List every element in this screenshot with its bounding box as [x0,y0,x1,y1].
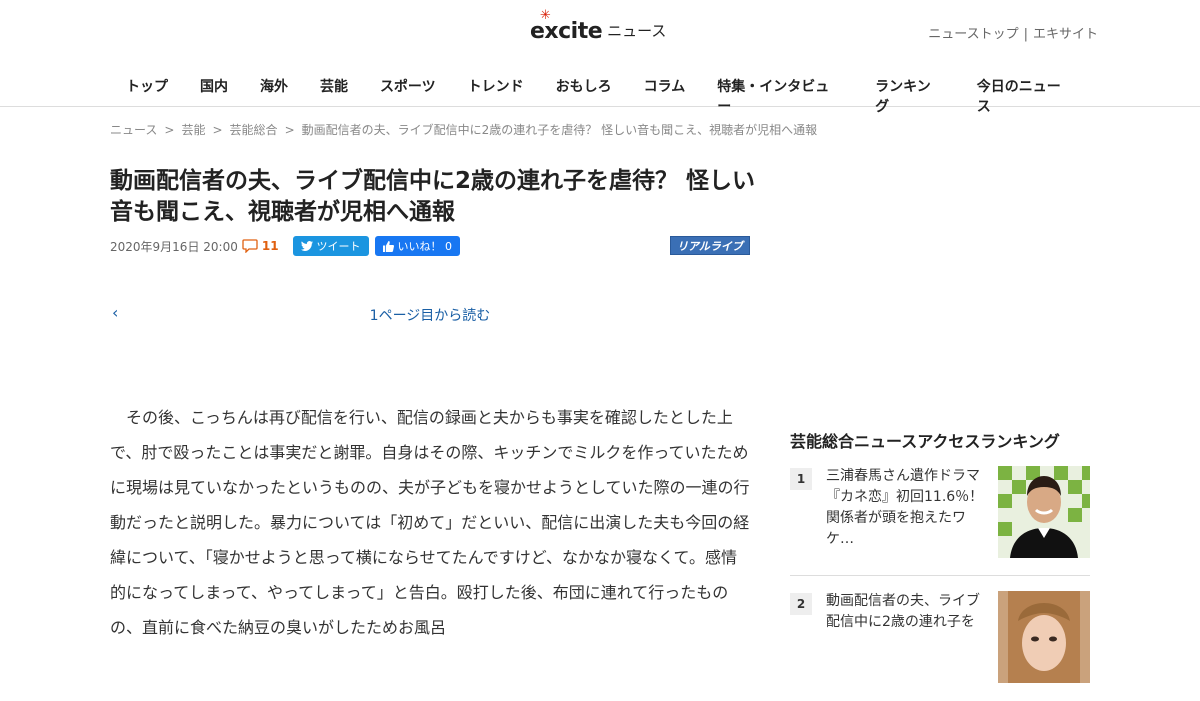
nav-item-features[interactable]: 特集・インタビュー [701,76,859,116]
nav-item-ranking[interactable]: ランキング [859,76,961,116]
logo-news-label: ニュース [607,22,667,40]
breadcrumb-current: 動画配信者の夫、ライブ配信中に2歳の連れ子を虐待？ 怪しい音も聞こえ、視聴者が児… [301,123,818,137]
article-pager: ‹ 1ページ目から読む [110,303,750,325]
like-button[interactable]: いいね！ 0 [374,236,461,256]
article-title: 動画配信者の夫、ライブ配信中に2歳の連れ子を虐待？ 怪しい音も聞こえ、視聴者が児… [110,168,756,225]
nav-item-trend[interactable]: トレンド [452,76,540,116]
source-logo[interactable]: リアルライブ [670,236,750,255]
portrait-photo [998,466,1090,558]
spark-icon: ✳ [540,8,551,23]
comment-count: 11 [261,239,279,253]
rank-number: 1 [790,468,812,490]
main-nav: トップ 国内 海外 芸能 スポーツ トレンド おもしろ コラム 特集・インタビュ… [110,76,1090,116]
breadcrumb-news[interactable]: ニュース [110,123,157,137]
nav-item-sports[interactable]: スポーツ [364,76,452,116]
portrait-photo [998,591,1090,683]
ranking-item[interactable]: 1 三浦春馬さん遺作ドラマ『カネ恋』初回11.6％！関係者が頭を抱えたワケ… [790,466,1090,576]
nav-item-overseas[interactable]: 海外 [244,76,304,116]
excite-news-logo[interactable]: ✳ excite ニュース [530,8,667,44]
breadcrumb-separator: > [164,123,175,137]
nav-item-funny[interactable]: おもしろ [540,76,628,116]
breadcrumb-separator: > [212,123,223,137]
read-from-first-page-link[interactable]: 1ページ目から読む [110,305,750,325]
article-date: 2020年9月16日 20:00 [110,239,238,254]
nav-item-today[interactable]: 今日のニュース [961,76,1090,116]
comment-link[interactable]: 11 [242,239,279,253]
breadcrumb-separator: > [284,123,295,137]
access-ranking: 芸能総合ニュースアクセスランキング 1 三浦春馬さん遺作ドラマ『カネ恋』初回11… [790,428,1090,683]
tweet-label: ツイート [316,240,361,253]
breadcrumb-entertainment[interactable]: 芸能 [181,123,205,137]
comment-icon [242,239,258,253]
ranking-item[interactable]: 2 動画配信者の夫、ライブ配信中に2歳の連れ子を [790,591,1090,701]
article-meta: 2020年9月16日 20:00 11 ツイート いいね！ 0 リアルライブ [110,236,750,256]
link-excite[interactable]: エキサイト [1033,27,1098,42]
nav-item-top[interactable]: トップ [110,76,184,116]
top-links: ニューストップ | エキサイト [928,23,1098,42]
nav-item-domestic[interactable]: 国内 [184,76,244,116]
tweet-button[interactable]: ツイート [292,236,369,256]
rank-number: 2 [790,593,812,615]
ranking-item-headline[interactable]: 動画配信者の夫、ライブ配信中に2歳の連れ子を [826,591,986,633]
breadcrumb: ニュース > 芸能 > 芸能総合 > 動画配信者の夫、ライブ配信中に2歳の連れ子を虐待？ 怪… [110,121,817,138]
ranking-title: 芸能総合ニュースアクセスランキング [790,432,1060,451]
thumbs-up-icon [382,240,394,252]
top-links-separator: | [1023,27,1028,42]
ranking-item-thumbnail[interactable] [998,466,1090,558]
site-header: ✳ excite ニュース ニューストップ | エキサイト トップ 国内 海外 芸能 … [0,0,1200,115]
ranking-item-thumbnail[interactable] [998,591,1090,683]
breadcrumb-entertainment-general[interactable]: 芸能総合 [230,123,278,137]
like-label: いいね！ 0 [397,240,453,253]
twitter-bird-icon [300,241,313,251]
link-news-top[interactable]: ニューストップ [928,27,1018,42]
nav-item-entertainment[interactable]: 芸能 [304,76,364,116]
ranking-item-headline[interactable]: 三浦春馬さん遺作ドラマ『カネ恋』初回11.6％！関係者が頭を抱えたワケ… [826,466,986,550]
article-body: その後、こっちんは再び配信を行い、配信の録画と夫からも事実を確認したとした上で、… [110,408,750,637]
logo-wordmark: ✳ excite [530,8,603,44]
nav-item-column[interactable]: コラム [628,76,702,116]
